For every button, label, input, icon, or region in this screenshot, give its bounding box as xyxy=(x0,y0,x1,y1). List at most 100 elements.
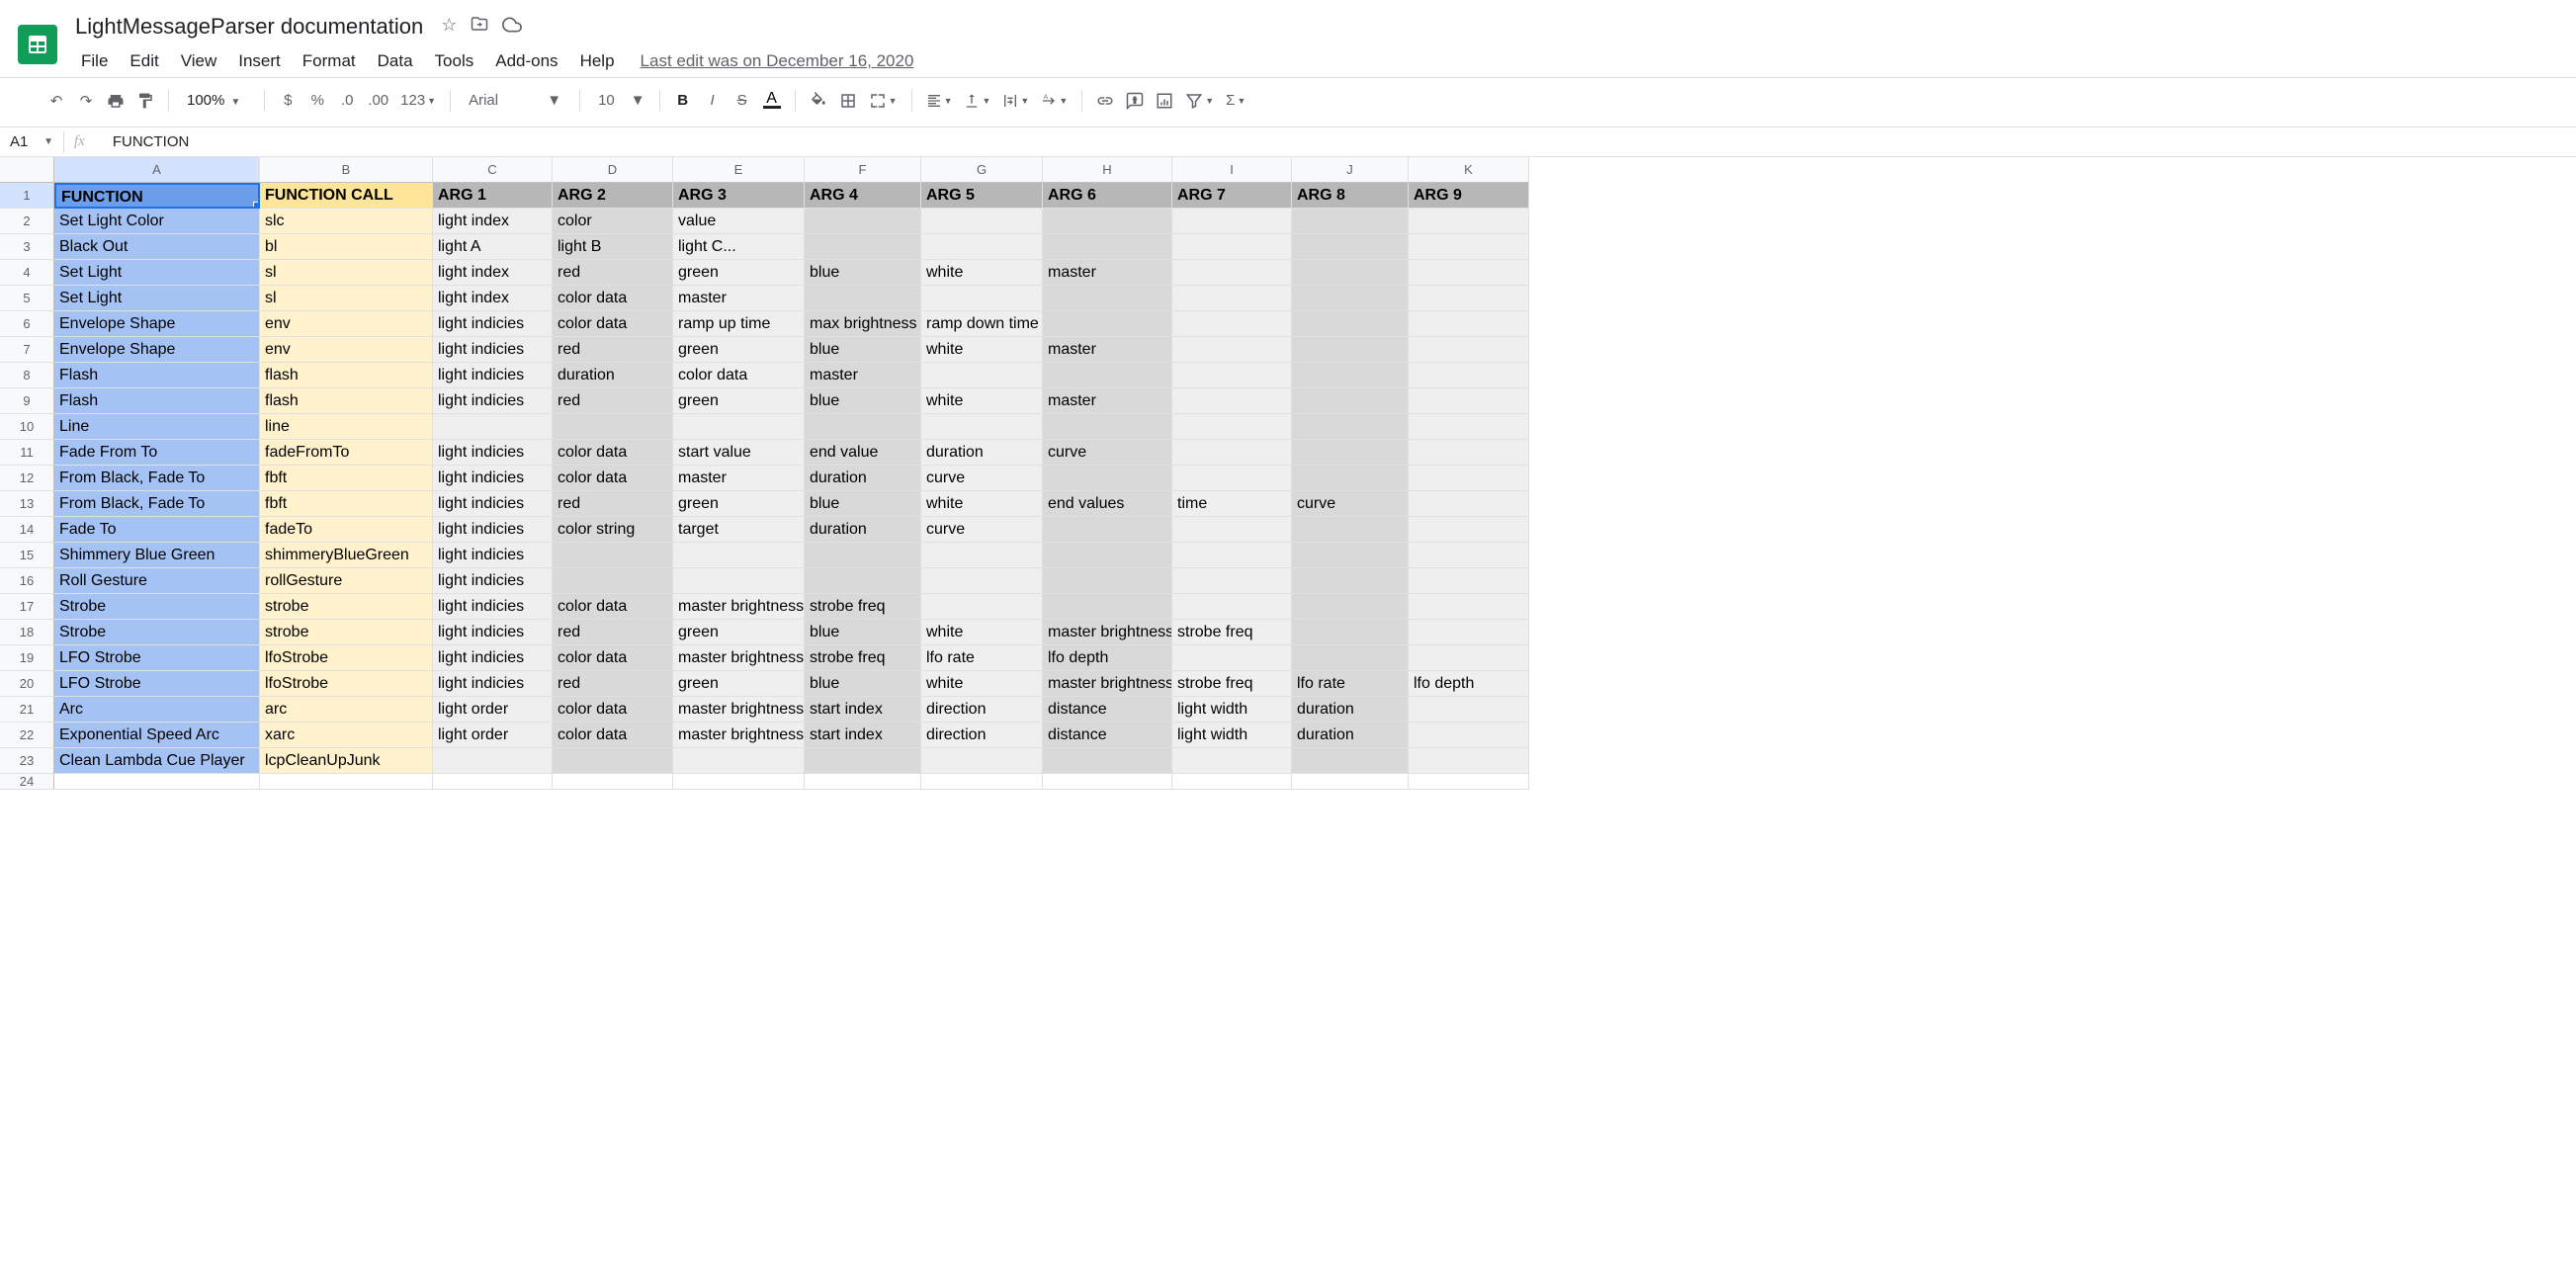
cell-F11[interactable]: end value xyxy=(805,440,921,466)
row-header-5[interactable]: 5 xyxy=(0,286,54,311)
cell-K23[interactable] xyxy=(1409,748,1529,774)
row-header-22[interactable]: 22 xyxy=(0,723,54,748)
row-header-10[interactable]: 10 xyxy=(0,414,54,440)
cell-J14[interactable] xyxy=(1292,517,1409,543)
cell-A19[interactable]: LFO Strobe xyxy=(54,645,260,671)
cell-D5[interactable]: color data xyxy=(553,286,673,311)
cell-F20[interactable]: blue xyxy=(805,671,921,697)
cell-D12[interactable]: color data xyxy=(553,466,673,491)
cell-C8[interactable]: light indicies xyxy=(433,363,553,388)
cell-I24[interactable] xyxy=(1172,774,1292,790)
cell-I21[interactable]: light width xyxy=(1172,697,1292,723)
menu-addons[interactable]: Add-ons xyxy=(485,47,567,75)
cell-B5[interactable]: sl xyxy=(260,286,433,311)
cell-F4[interactable]: blue xyxy=(805,260,921,286)
italic-button[interactable]: I xyxy=(700,87,726,115)
menu-format[interactable]: Format xyxy=(293,47,366,75)
cell-E2[interactable]: value xyxy=(673,209,805,234)
cell-I10[interactable] xyxy=(1172,414,1292,440)
cell-D10[interactable] xyxy=(553,414,673,440)
column-header-J[interactable]: J xyxy=(1292,157,1409,183)
cell-F19[interactable]: strobe freq xyxy=(805,645,921,671)
cell-C19[interactable]: light indicies xyxy=(433,645,553,671)
cell-K4[interactable] xyxy=(1409,260,1529,286)
cell-E10[interactable] xyxy=(673,414,805,440)
cell-B9[interactable]: flash xyxy=(260,388,433,414)
cell-F8[interactable]: master xyxy=(805,363,921,388)
cell-G12[interactable]: curve xyxy=(921,466,1043,491)
cell-C21[interactable]: light order xyxy=(433,697,553,723)
cell-K20[interactable]: lfo depth xyxy=(1409,671,1529,697)
cell-J5[interactable] xyxy=(1292,286,1409,311)
cloud-status-icon[interactable] xyxy=(502,15,522,40)
cell-D15[interactable] xyxy=(553,543,673,568)
cell-I18[interactable]: strobe freq xyxy=(1172,620,1292,645)
cell-D4[interactable]: red xyxy=(553,260,673,286)
row-header-12[interactable]: 12 xyxy=(0,466,54,491)
cell-I15[interactable] xyxy=(1172,543,1292,568)
cell-E24[interactable] xyxy=(673,774,805,790)
sheets-logo-icon[interactable] xyxy=(18,25,57,64)
cell-J4[interactable] xyxy=(1292,260,1409,286)
cell-C5[interactable]: light index xyxy=(433,286,553,311)
cell-E12[interactable]: master xyxy=(673,466,805,491)
cell-E15[interactable] xyxy=(673,543,805,568)
cell-F10[interactable] xyxy=(805,414,921,440)
cell-D19[interactable]: color data xyxy=(553,645,673,671)
row-header-13[interactable]: 13 xyxy=(0,491,54,517)
cell-H15[interactable] xyxy=(1043,543,1172,568)
cell-B2[interactable]: slc xyxy=(260,209,433,234)
cell-E17[interactable]: master brightness xyxy=(673,594,805,620)
row-header-1[interactable]: 1 xyxy=(0,183,54,209)
cell-A14[interactable]: Fade To xyxy=(54,517,260,543)
cell-A8[interactable]: Flash xyxy=(54,363,260,388)
cell-K11[interactable] xyxy=(1409,440,1529,466)
row-header-19[interactable]: 19 xyxy=(0,645,54,671)
cell-J16[interactable] xyxy=(1292,568,1409,594)
redo-button[interactable]: ↷ xyxy=(73,87,99,115)
cell-C12[interactable]: light indicies xyxy=(433,466,553,491)
cell-K18[interactable] xyxy=(1409,620,1529,645)
cell-E3[interactable]: light C... xyxy=(673,234,805,260)
cell-I22[interactable]: light width xyxy=(1172,723,1292,748)
cell-H14[interactable] xyxy=(1043,517,1172,543)
cell-B6[interactable]: env xyxy=(260,311,433,337)
cell-H18[interactable]: master brightness xyxy=(1043,620,1172,645)
cell-F9[interactable]: blue xyxy=(805,388,921,414)
cell-B7[interactable]: env xyxy=(260,337,433,363)
cell-B8[interactable]: flash xyxy=(260,363,433,388)
cell-E8[interactable]: color data xyxy=(673,363,805,388)
cell-A20[interactable]: LFO Strobe xyxy=(54,671,260,697)
cell-B10[interactable]: line xyxy=(260,414,433,440)
cell-J22[interactable]: duration xyxy=(1292,723,1409,748)
cell-E18[interactable]: green xyxy=(673,620,805,645)
cell-D11[interactable]: color data xyxy=(553,440,673,466)
cell-E23[interactable] xyxy=(673,748,805,774)
cell-J12[interactable] xyxy=(1292,466,1409,491)
cell-C9[interactable]: light indicies xyxy=(433,388,553,414)
filter-button[interactable]: ▼ xyxy=(1181,87,1218,115)
cell-K15[interactable] xyxy=(1409,543,1529,568)
cell-D7[interactable]: red xyxy=(553,337,673,363)
cell-I19[interactable] xyxy=(1172,645,1292,671)
column-header-F[interactable]: F xyxy=(805,157,921,183)
cell-K17[interactable] xyxy=(1409,594,1529,620)
strikethrough-button[interactable]: S xyxy=(730,87,755,115)
insert-link-button[interactable] xyxy=(1092,87,1118,115)
cell-J3[interactable] xyxy=(1292,234,1409,260)
cell-H4[interactable]: master xyxy=(1043,260,1172,286)
cell-G14[interactable]: curve xyxy=(921,517,1043,543)
undo-button[interactable]: ↶ xyxy=(43,87,69,115)
cell-H13[interactable]: end values xyxy=(1043,491,1172,517)
row-header-8[interactable]: 8 xyxy=(0,363,54,388)
cell-D8[interactable]: duration xyxy=(553,363,673,388)
cell-G17[interactable] xyxy=(921,594,1043,620)
cell-F17[interactable]: strobe freq xyxy=(805,594,921,620)
cell-J20[interactable]: lfo rate xyxy=(1292,671,1409,697)
print-button[interactable] xyxy=(103,87,129,115)
cell-B23[interactable]: lcpCleanUpJunk xyxy=(260,748,433,774)
cell-F3[interactable] xyxy=(805,234,921,260)
column-header-K[interactable]: K xyxy=(1409,157,1529,183)
cell-K22[interactable] xyxy=(1409,723,1529,748)
cell-D9[interactable]: red xyxy=(553,388,673,414)
